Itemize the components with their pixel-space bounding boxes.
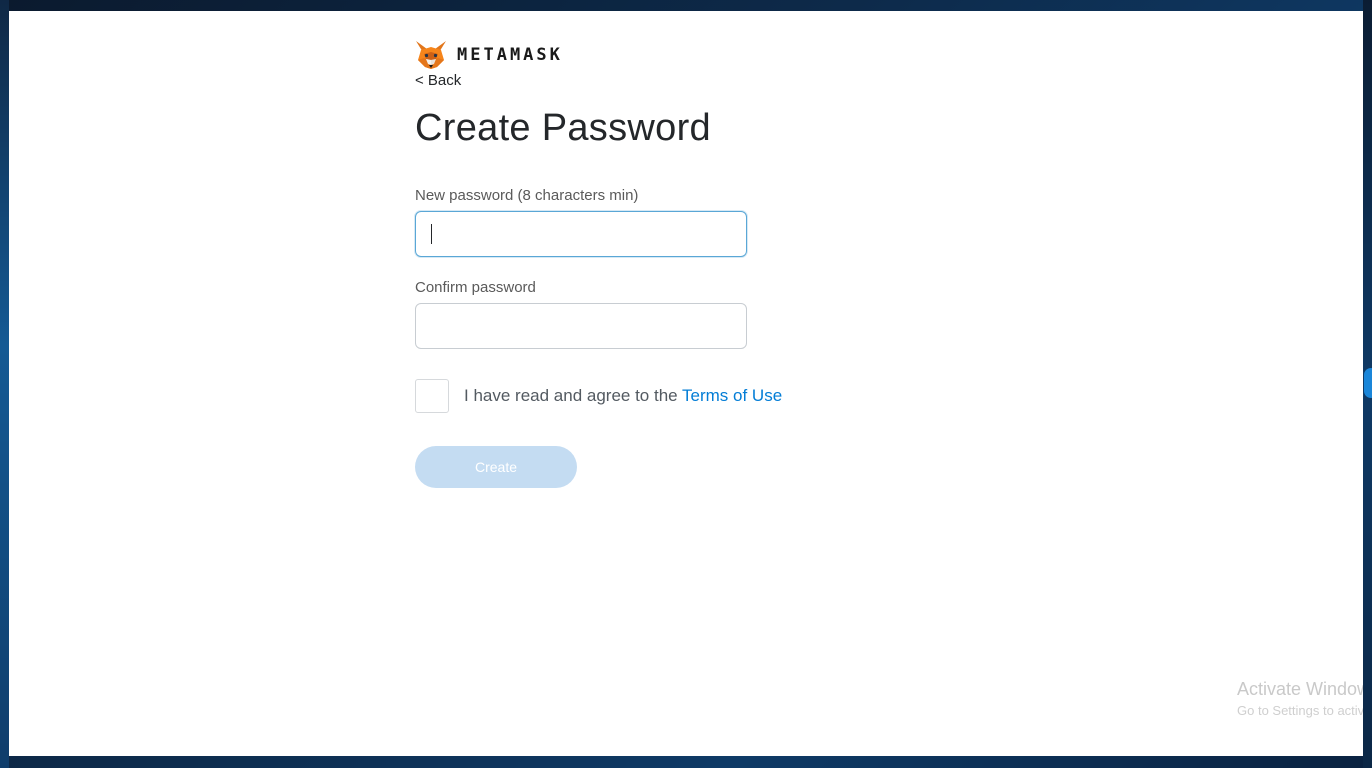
confirm-password-label: Confirm password [415, 279, 536, 296]
desktop-background-left [0, 0, 9, 768]
watermark-title: Activate Windows [1237, 679, 1363, 699]
terms-row: I have read and agree to the Terms of Us… [415, 379, 895, 413]
back-link[interactable]: < Back [415, 72, 461, 89]
create-button[interactable]: Create [415, 446, 577, 488]
terms-text: I have read and agree to the Terms of Us… [464, 386, 782, 406]
watermark-subtitle: Go to Settings to activate Windows. [1237, 703, 1363, 718]
new-password-input[interactable] [415, 211, 747, 257]
desktop-background-right [1363, 0, 1372, 768]
page-title: Create Password [415, 107, 711, 149]
confirm-password-input[interactable] [415, 303, 747, 349]
browser-page: METAMASK < Back Create Password New pass… [9, 11, 1363, 756]
terms-of-use-link[interactable]: Terms of Use [682, 386, 782, 405]
create-password-form: METAMASK < Back Create Password New pass… [415, 40, 895, 488]
brand-name: METAMASK [457, 45, 563, 65]
new-password-field-wrap [415, 211, 895, 257]
desktop-widget-indicator [1364, 368, 1372, 398]
text-caret [431, 224, 432, 244]
activate-windows-watermark: Activate Windows Go to Settings to activ… [1237, 679, 1363, 718]
terms-checkbox[interactable] [415, 379, 449, 413]
new-password-label: New password (8 characters min) [415, 187, 639, 204]
logo-row: METAMASK [415, 40, 895, 70]
terms-prefix: I have read and agree to the [464, 386, 678, 405]
fox-icon [415, 40, 447, 70]
